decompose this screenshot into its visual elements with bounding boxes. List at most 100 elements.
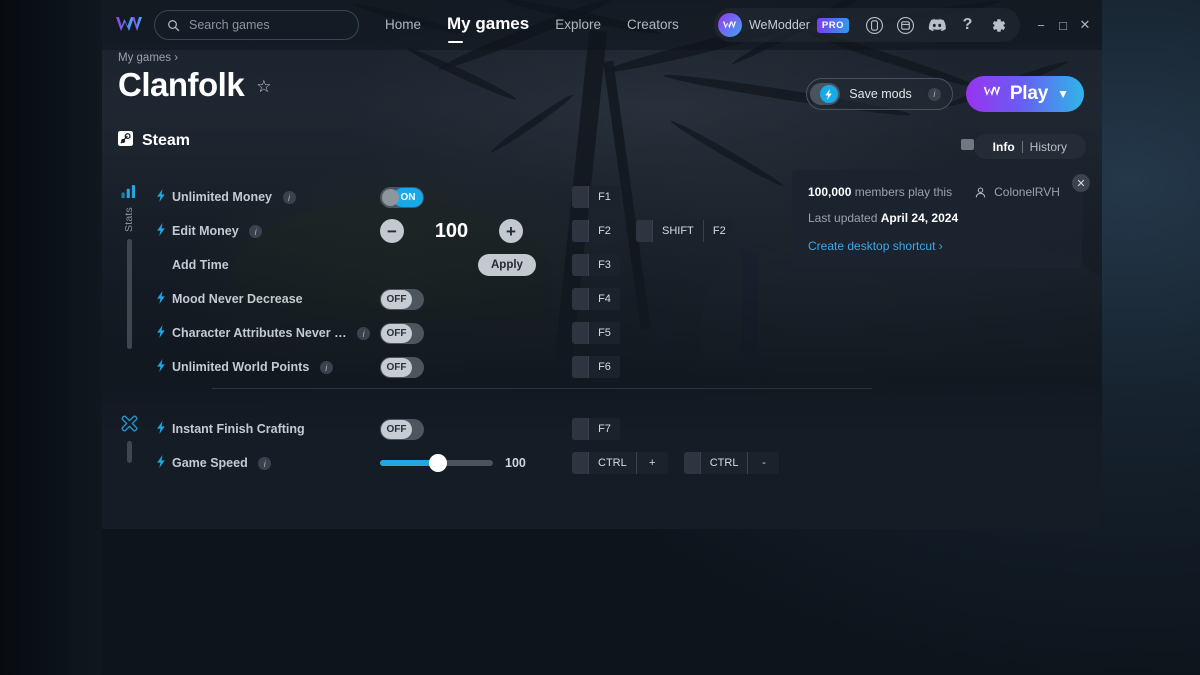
hotkey-pad [572, 452, 588, 474]
tab-history[interactable]: History [1023, 140, 1074, 154]
help-icon[interactable]: ? [955, 13, 980, 38]
hotkey-binding[interactable]: F6 [572, 356, 620, 378]
search-placeholder: Search games [189, 18, 270, 32]
hotkey-binding[interactable]: F1 [572, 186, 620, 208]
toggle-switch[interactable]: OFF [380, 288, 424, 310]
toggle-switch[interactable]: OFF [380, 418, 424, 440]
hotkey-binding[interactable]: CTRL - [683, 452, 780, 474]
slider-knob[interactable] [429, 454, 447, 472]
mod-info-icon[interactable]: i [357, 327, 371, 341]
mod-label-text: Add Time [172, 258, 229, 272]
hotkey-key: SHIFT [652, 220, 703, 242]
mod-control: OFF [380, 418, 424, 440]
wemod-logo-icon[interactable] [112, 12, 146, 38]
mod-info-icon[interactable]: i [282, 191, 296, 205]
hotkey-binding[interactable]: F4 [572, 288, 620, 310]
mod-label: Unlimited Money i [172, 190, 296, 205]
hotkey-binding[interactable]: CTRL + [572, 452, 668, 474]
top-navigation-bar: Search games Home My games Explore Creat… [102, 0, 1102, 50]
discord-icon[interactable] [924, 13, 949, 38]
breadcrumb[interactable]: My games › [118, 52, 178, 64]
save-mods-info-icon[interactable]: i [927, 87, 941, 101]
hotkey-key: F4 [588, 288, 620, 310]
tab-info[interactable]: Info [986, 140, 1022, 154]
bolt-icon [157, 189, 166, 205]
notes-icon[interactable] [893, 13, 918, 38]
mod-info-icon[interactable]: i [258, 457, 272, 471]
toggle-state-label: OFF [381, 419, 412, 439]
user-zone: WeModder PRO ? [713, 8, 1020, 42]
mod-control: ON [380, 186, 424, 208]
window-controls: − □ ✕ [1030, 10, 1096, 40]
mod-row: Mood Never Decrease OFF F4 [102, 282, 1102, 316]
phone-icon[interactable] [862, 13, 887, 38]
hotkey-pad [572, 220, 588, 242]
hotkey-key: - [747, 452, 780, 474]
mod-row: Game Speed i 100 CTRL + CTRL - [102, 446, 1102, 480]
chevron-down-icon[interactable]: ▼ [1057, 87, 1069, 101]
nav-link-creators[interactable]: Creators [627, 17, 679, 34]
toggle-state-label: OFF [381, 323, 412, 343]
maximize-button[interactable]: □ [1052, 10, 1074, 40]
hotkey-key: F6 [588, 356, 620, 378]
slider-control: 100 [380, 454, 526, 472]
slider-track[interactable] [380, 454, 493, 472]
hotkey-binding[interactable]: F3 [572, 254, 620, 276]
mod-control: Apply [478, 254, 536, 276]
search-input[interactable]: Search games [154, 10, 359, 40]
note-icon[interactable] [961, 139, 974, 150]
hotkey-binding[interactable]: F5 [572, 322, 620, 344]
hotkey-group: F7 [572, 418, 620, 440]
hotkey-pad [572, 288, 588, 310]
bolt-icon [157, 421, 166, 437]
mod-control: 100 [380, 454, 526, 472]
hotkey-group: F1 [572, 186, 620, 208]
star-icon[interactable]: ☆ [256, 77, 271, 97]
hotkey-key: F5 [588, 322, 620, 344]
mod-control: OFF [380, 322, 424, 344]
play-button[interactable]: Play ▼ [965, 76, 1084, 112]
mod-control: OFF [380, 288, 424, 310]
increment-button[interactable]: + [499, 219, 523, 243]
hotkey-key: F2 [588, 220, 620, 242]
mod-label: Game Speed i [172, 455, 272, 471]
mod-row: Unlimited World Points i OFF F6 [102, 350, 1102, 384]
hotkey-binding[interactable]: SHIFT F2 [636, 220, 735, 242]
play-wemod-icon [982, 85, 1002, 104]
play-label: Play [1009, 83, 1049, 104]
platform-row: Steam [118, 131, 190, 151]
close-button[interactable]: ✕ [1074, 10, 1096, 40]
bolt-icon [157, 455, 166, 471]
mod-label: Unlimited World Points i [172, 359, 333, 375]
nav-link-explore[interactable]: Explore [555, 17, 601, 34]
decrement-button[interactable]: − [380, 219, 404, 243]
toggle-switch[interactable]: ON [380, 186, 424, 208]
gear-icon[interactable] [986, 13, 1011, 38]
mod-label-text: Unlimited World Points [172, 359, 310, 374]
apply-button[interactable]: Apply [478, 254, 536, 276]
wemod-app-window: Search games Home My games Explore Creat… [102, 0, 1102, 529]
hotkey-binding[interactable]: F7 [572, 418, 620, 440]
mod-label: Instant Finish Crafting [172, 422, 305, 436]
bolt-icon [157, 325, 166, 341]
desktop-background: Search games Home My games Explore Creat… [0, 0, 1200, 675]
nav-link-home[interactable]: Home [385, 17, 421, 34]
mod-label-text: Edit Money [172, 223, 239, 238]
mod-label-text: Game Speed [172, 455, 248, 470]
mod-label: Edit Money i [172, 223, 263, 239]
steam-icon [118, 131, 133, 151]
save-mods-toggle[interactable]: Save mods i [806, 78, 953, 110]
mod-info-icon[interactable]: i [319, 361, 333, 375]
hotkey-binding[interactable]: F2 [572, 220, 620, 242]
toggle-switch[interactable]: OFF [380, 356, 424, 378]
save-mods-switch[interactable] [810, 83, 841, 105]
toggle-switch[interactable]: OFF [380, 322, 424, 344]
mod-info-icon[interactable]: i [249, 225, 263, 239]
avatar[interactable] [717, 13, 742, 37]
hotkey-key: CTRL [588, 452, 636, 474]
nav-link-my-games[interactable]: My games [447, 14, 529, 43]
info-history-tabs: Info History [973, 134, 1086, 159]
bolt-icon [820, 85, 839, 103]
minimize-button[interactable]: − [1030, 10, 1052, 40]
bolt-icon [157, 359, 166, 375]
